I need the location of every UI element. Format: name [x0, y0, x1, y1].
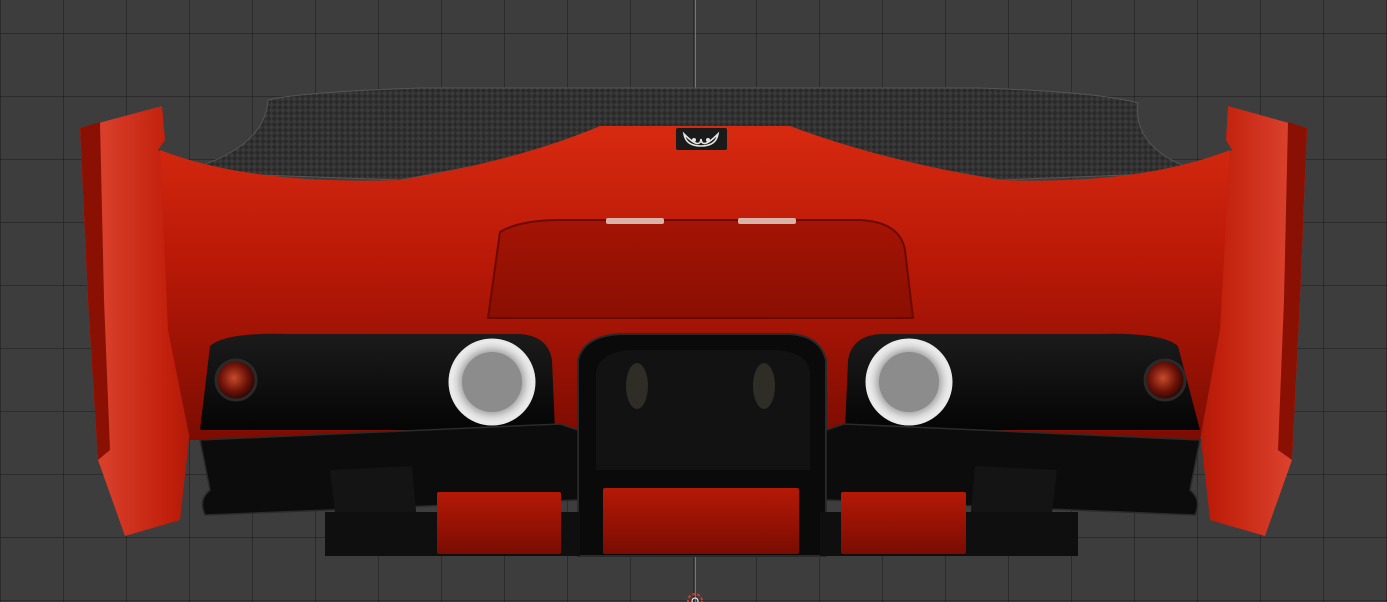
license-plate-recess [486, 219, 915, 319]
left-lower-red-panel [437, 492, 561, 554]
right-tail-light [1143, 358, 1187, 402]
center-lower-red-panel [603, 488, 799, 554]
brake-light-left [606, 218, 664, 224]
left-tail-light [214, 358, 258, 402]
right-lower-red-panel [841, 492, 966, 554]
right-sensor [753, 363, 775, 409]
left-sensor [626, 363, 648, 409]
brake-light-right [738, 218, 796, 224]
origin-icon[interactable] [686, 592, 704, 602]
car-model[interactable] [0, 0, 1387, 602]
3d-viewport[interactable] [0, 0, 1387, 602]
